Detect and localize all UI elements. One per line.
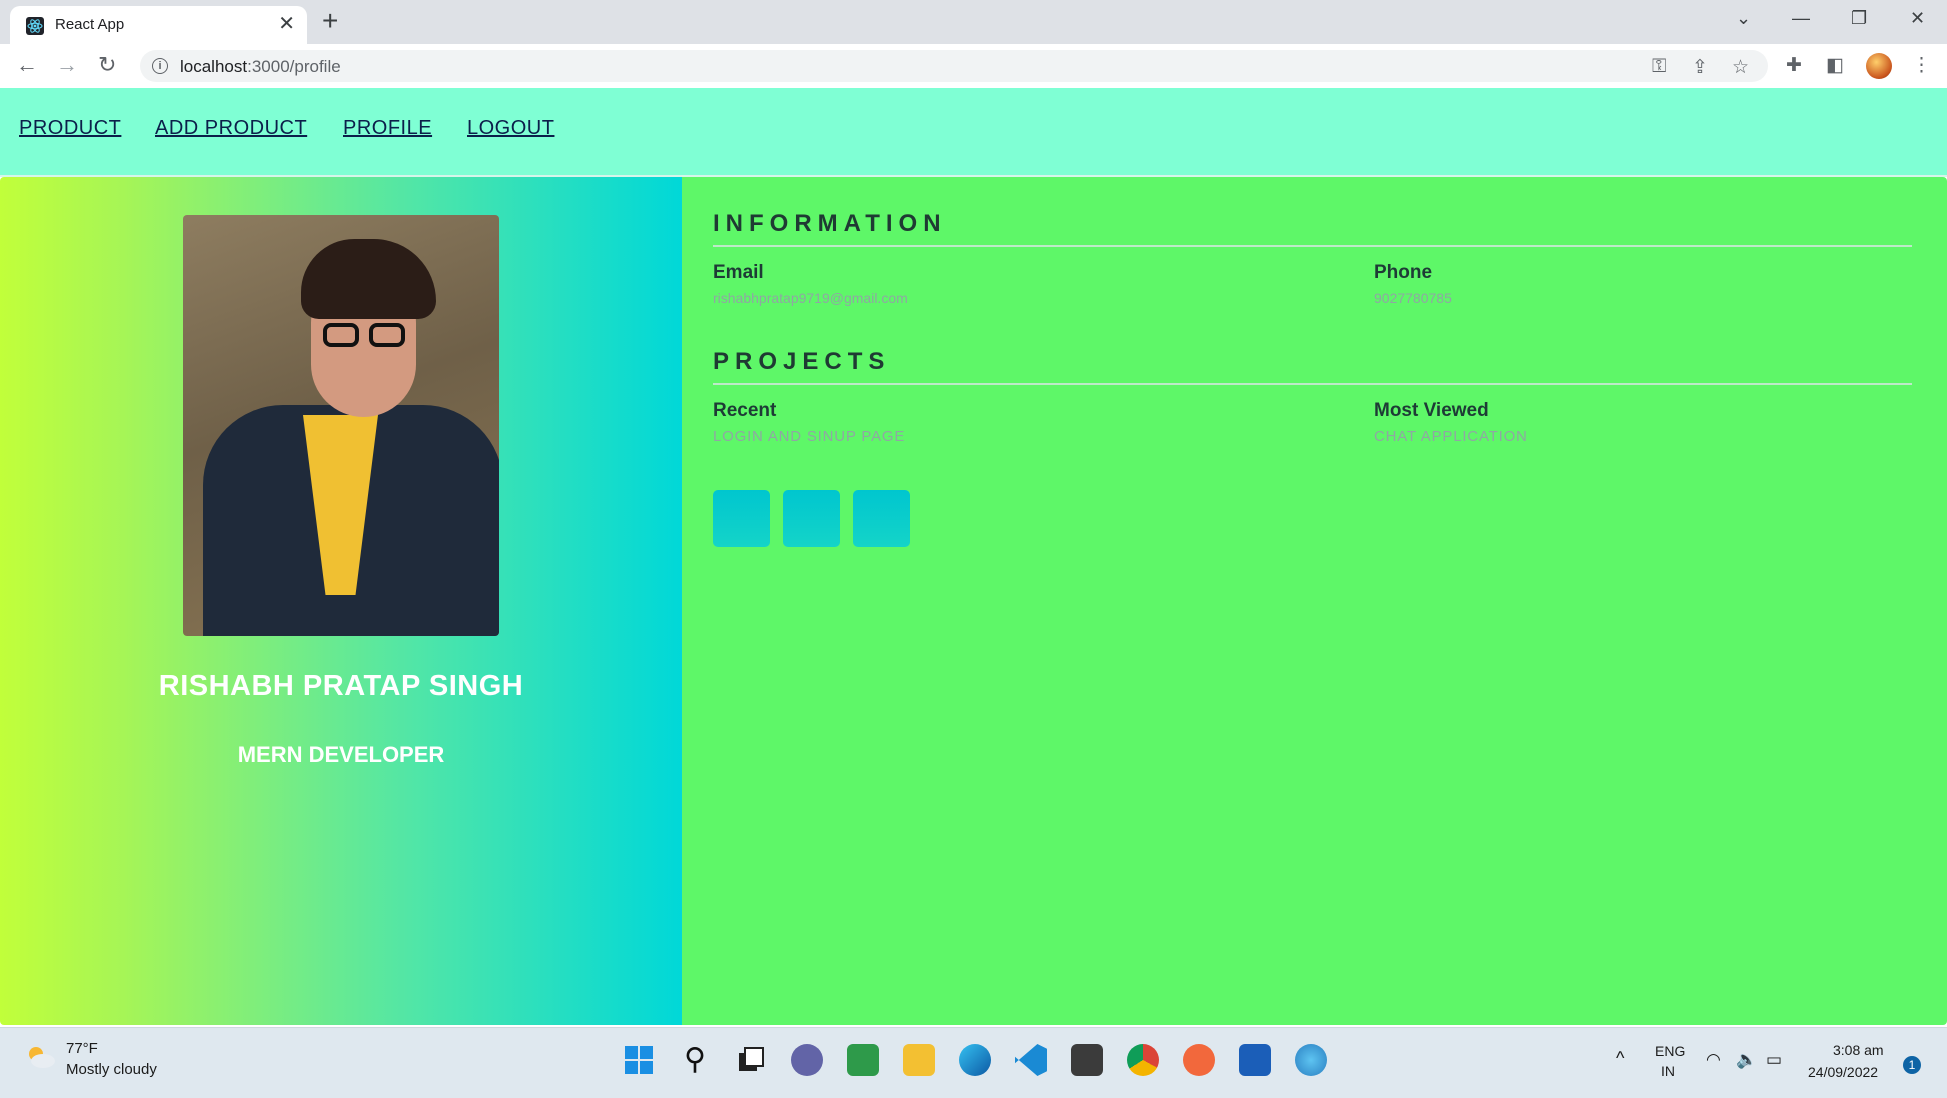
battery-icon[interactable]: ▭ (1766, 1050, 1782, 1070)
os-taskbar: 77°F Mostly cloudy ⚲ ^ ENG IN ◠ 🔈 ▭ 3:08… (0, 1027, 1947, 1098)
show-hidden-icons-icon[interactable]: ^ (1616, 1048, 1624, 1069)
forward-icon[interactable]: → (56, 52, 78, 78)
url-host: localhost (180, 57, 248, 76)
new-tab-button[interactable]: + (322, 6, 338, 36)
social-link-3[interactable] (853, 490, 910, 547)
word-icon[interactable] (1239, 1044, 1271, 1076)
site-info-icon[interactable]: i (152, 58, 168, 74)
close-window-icon[interactable]: ✕ (1910, 8, 1925, 29)
most-viewed-value: CHAT APPLICATION (1374, 428, 1528, 445)
key-icon[interactable]: ⚿ (1652, 56, 1666, 78)
chrome-browser-icon[interactable] (1127, 1044, 1159, 1076)
information-divider (713, 245, 1912, 247)
nav-profile-link[interactable]: PROFILE (343, 117, 432, 140)
profile-card: RISHABH PRATAP SINGH MERN DEVELOPER INFO… (0, 177, 1947, 1027)
restore-icon[interactable]: ❐ (1851, 8, 1867, 29)
social-link-2[interactable] (783, 490, 840, 547)
edge-browser-icon[interactable] (959, 1044, 991, 1076)
windows-start-icon[interactable] (623, 1044, 655, 1076)
react-favicon-icon (26, 17, 44, 35)
close-tab-icon[interactable]: ✕ (278, 13, 295, 35)
menu-icon[interactable]: ⋮ (1912, 54, 1931, 77)
information-heading: INFORMATION (713, 210, 947, 237)
side-panel-icon[interactable]: ◧ (1826, 54, 1844, 77)
address-bar[interactable]: i localhost:3000/profile ⚿ ⇪ ☆ (140, 50, 1768, 82)
bookmark-star-icon[interactable]: ☆ (1732, 56, 1749, 79)
profile-name: RISHABH PRATAP SINGH (158, 670, 524, 702)
back-icon[interactable]: ← (16, 52, 38, 78)
volume-icon[interactable]: 🔈 (1736, 1050, 1757, 1070)
reload-icon[interactable]: ↻ (98, 52, 116, 78)
extensions-icon[interactable]: ✚ (1786, 54, 1802, 77)
share-icon[interactable]: ⇪ (1692, 56, 1708, 79)
task-view-icon[interactable] (735, 1044, 767, 1076)
recent-label: Recent (713, 400, 777, 421)
profile-right-panel: INFORMATION Email rishabhpratap9719@gmai… (682, 177, 1947, 1025)
language-bottom[interactable]: IN (1661, 1063, 1675, 1079)
clock-time[interactable]: 3:08 am (1833, 1042, 1884, 1058)
projects-heading: PROJECTS (713, 348, 891, 375)
profile-role: MERN DEVELOPER (237, 742, 445, 767)
sublime-text-icon[interactable] (1071, 1044, 1103, 1076)
social-link-1[interactable] (713, 490, 770, 547)
weather-description[interactable]: Mostly cloudy (66, 1061, 157, 1078)
app-navbar: PRODUCT ADD PRODUCT PROFILE LOGOUT (0, 88, 1947, 177)
email-label: Email (713, 262, 764, 283)
notification-badge[interactable]: 1 (1903, 1056, 1921, 1074)
clock-date[interactable]: 24/09/2022 (1808, 1064, 1878, 1080)
url-text[interactable]: localhost:3000/profile (180, 57, 341, 77)
profile-photo (183, 215, 499, 636)
recent-value: LOGIN AND SINUP PAGE (713, 428, 906, 445)
browser-tab[interactable]: React App ✕ (10, 6, 307, 44)
most-viewed-label: Most Viewed (1374, 400, 1489, 421)
vscode-icon[interactable] (1015, 1044, 1047, 1076)
phone-label: Phone (1374, 262, 1433, 283)
phone-value: 9027780785 (1374, 290, 1452, 306)
tab-search-icon[interactable]: ⌄ (1736, 8, 1751, 29)
weather-temperature[interactable]: 77°F (66, 1040, 98, 1057)
email-value: rishabhpratap9719@gmail.com (713, 290, 908, 306)
url-path: :3000/profile (247, 57, 341, 76)
teams-chat-icon[interactable] (791, 1044, 823, 1076)
nav-logout-link[interactable]: LOGOUT (467, 117, 554, 140)
wifi-icon[interactable]: ◠ (1706, 1050, 1721, 1070)
nav-add-product-link[interactable]: ADD PRODUCT (155, 117, 307, 140)
browser-toolbar: ← → ↻ i localhost:3000/profile ⚿ ⇪ ☆ ✚ ◧… (0, 44, 1947, 88)
search-icon[interactable]: ⚲ (679, 1044, 711, 1076)
file-explorer-icon[interactable] (903, 1044, 935, 1076)
projects-divider (713, 383, 1912, 385)
profile-left-panel: RISHABH PRATAP SINGH MERN DEVELOPER (0, 177, 682, 1025)
tab-title: React App (55, 16, 125, 33)
weather-cloud-icon[interactable] (24, 1044, 56, 1070)
language-top[interactable]: ENG (1655, 1043, 1685, 1059)
xbox-app-icon[interactable] (847, 1044, 879, 1076)
nav-product-link[interactable]: PRODUCT (19, 117, 121, 140)
profile-avatar[interactable] (1866, 53, 1892, 79)
network-app-icon[interactable] (1295, 1044, 1327, 1076)
minimize-icon[interactable]: — (1792, 8, 1810, 29)
postman-icon[interactable] (1183, 1044, 1215, 1076)
browser-tab-bar: React App ✕ + ⌄ — ❐ ✕ (0, 0, 1947, 44)
